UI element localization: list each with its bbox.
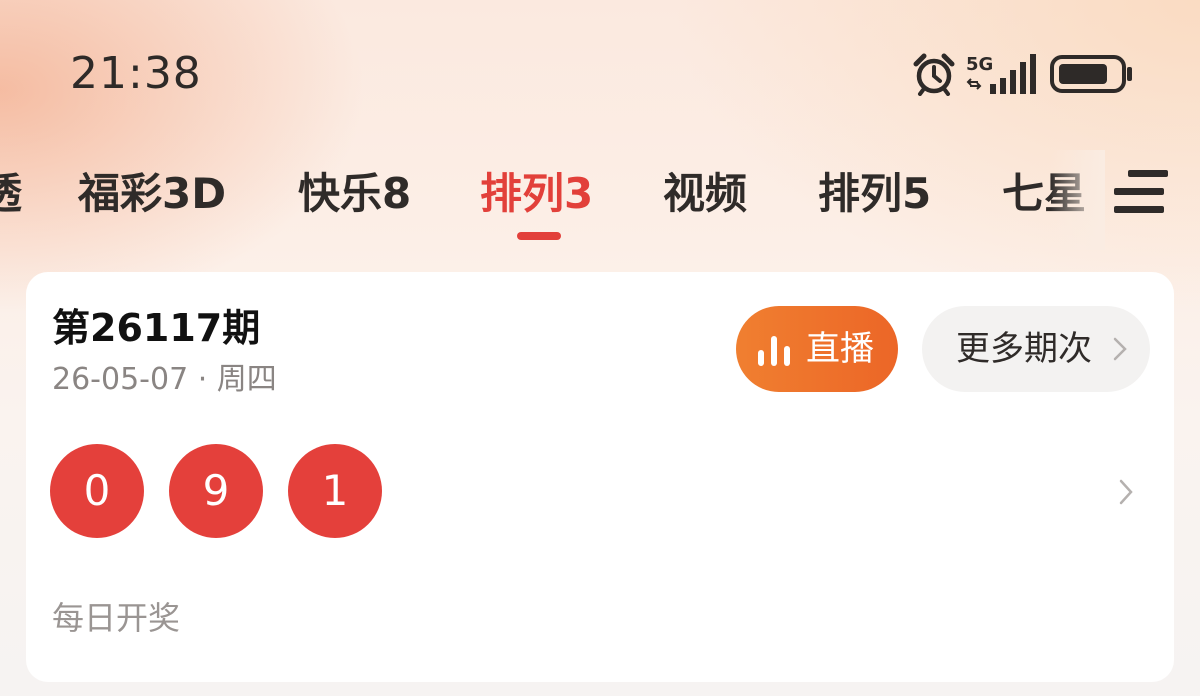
tab-fucai-3d[interactable]: 福彩3D xyxy=(78,166,226,222)
chevron-right-icon xyxy=(1113,337,1127,361)
live-label: 直播 xyxy=(806,329,874,369)
issue-title: 第26117期 xyxy=(52,306,261,350)
more-issues-button[interactable]: 更多期次 xyxy=(922,306,1150,392)
draw-schedule: 每日开奖 xyxy=(52,599,181,637)
tab-partial-left[interactable]: 透 xyxy=(0,166,22,222)
tab-pailie-3[interactable]: 排列3 xyxy=(480,166,593,222)
number-ball: 1 xyxy=(288,444,382,538)
tab-kuaile-8[interactable]: 快乐8 xyxy=(298,166,411,222)
signal-5g-icon: 5G xyxy=(966,54,1036,94)
more-issues-label: 更多期次 xyxy=(956,329,1092,369)
draw-result-card[interactable]: 第26117期 26-05-07 · 周四 直播 更多期次 0 9 1 每日开奖 xyxy=(26,272,1174,682)
number-ball: 0 xyxy=(50,444,144,538)
live-button[interactable]: 直播 xyxy=(736,306,898,392)
battery-icon xyxy=(1050,55,1132,93)
menu-button[interactable] xyxy=(1108,162,1170,222)
number-ball: 9 xyxy=(169,444,263,538)
network-type-label: 5G xyxy=(966,54,993,75)
alarm-icon xyxy=(913,53,955,96)
tabs-fade xyxy=(1050,150,1105,250)
active-tab-indicator xyxy=(517,232,561,240)
lottery-tabs: 透 福彩3D 快乐8 排列3 视频 排列5 七星 xyxy=(0,150,1100,250)
status-time: 21:38 xyxy=(70,48,202,99)
tab-pailie-5[interactable]: 排列5 xyxy=(818,166,931,222)
status-bar: 21:38 5G xyxy=(0,0,1200,130)
chevron-right-icon[interactable] xyxy=(1118,478,1134,506)
tab-video[interactable]: 视频 xyxy=(663,166,747,222)
bar-chart-icon xyxy=(758,336,790,366)
issue-date: 26-05-07 · 周四 xyxy=(52,362,277,397)
